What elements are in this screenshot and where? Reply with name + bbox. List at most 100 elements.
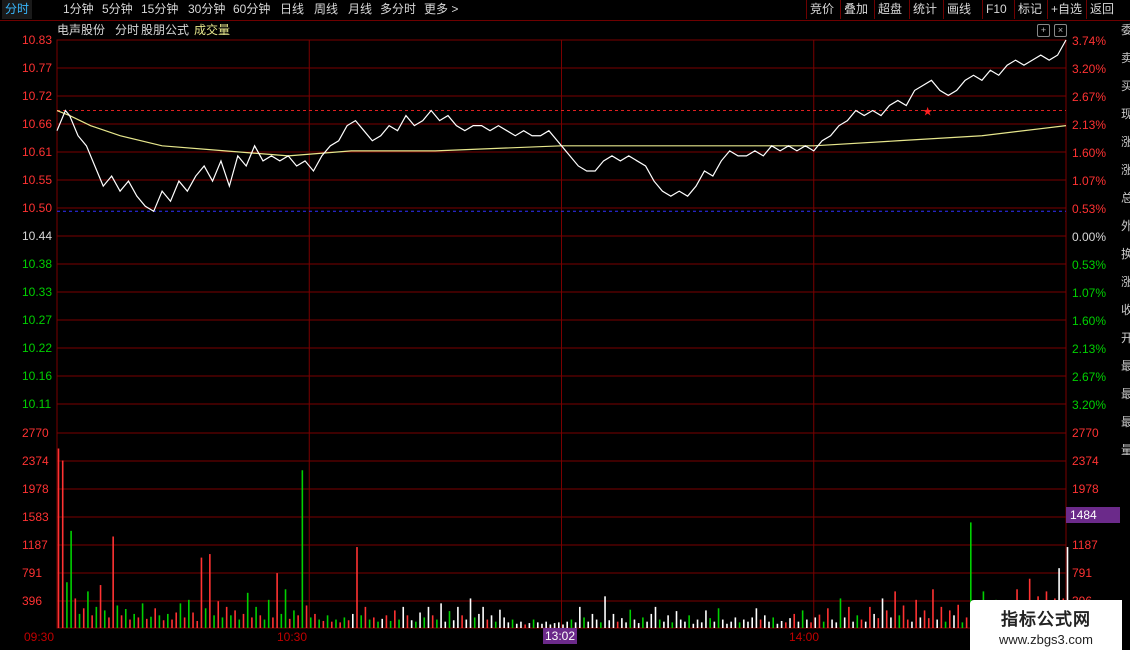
price-label: 10.22 — [22, 341, 53, 355]
volume-label-left: 2770 — [22, 426, 49, 440]
percent-label: 0.00% — [1072, 230, 1107, 244]
watermark-title: 指标公式网 — [1001, 610, 1091, 629]
tab-6[interactable]: 日线 — [277, 0, 307, 19]
volume-label-left: 2374 — [22, 454, 49, 468]
volume-label-right: 791 — [1072, 566, 1093, 580]
price-label: 10.61 — [22, 145, 53, 159]
toolbar-button-6[interactable]: 标记 — [1018, 0, 1042, 19]
side-panel-char: 买 — [1121, 79, 1130, 93]
percent-label: 2.67% — [1072, 370, 1107, 384]
tab-7[interactable]: 周线 — [311, 0, 341, 19]
price-label: 10.55 — [22, 173, 53, 187]
volume-label-left: 791 — [22, 566, 43, 580]
tab-0[interactable]: 分时 — [2, 0, 33, 19]
percent-label: 2.13% — [1072, 342, 1107, 356]
percent-label: 0.53% — [1072, 202, 1107, 216]
time-label: 14:00 — [789, 630, 820, 644]
price-label: 10.72 — [22, 89, 53, 103]
side-panel-char: 换 — [1121, 247, 1130, 261]
price-label: 10.77 — [22, 61, 53, 75]
intraday-chart[interactable]: ★ — [0, 0, 1130, 650]
toolbar-separator — [1086, 0, 1087, 19]
tab-4[interactable]: 30分钟 — [185, 0, 228, 19]
toolbar-button-4[interactable]: 画线 — [947, 0, 971, 19]
side-panel-char: 开 — [1121, 331, 1130, 345]
toolbar-separator — [982, 0, 983, 19]
percent-label: 0.53% — [1072, 258, 1107, 272]
toolbar-separator — [840, 0, 841, 19]
side-panel-char: 收 — [1121, 303, 1130, 317]
percent-label: 3.74% — [1072, 34, 1107, 48]
side-panel-text: 委卖买现涨涨总外换涨收开最最最量 — [1121, 20, 1130, 650]
toolbar-separator — [874, 0, 875, 19]
percent-label: 1.60% — [1072, 146, 1107, 160]
price-label: 10.33 — [22, 285, 53, 299]
time-cursor-badge: 13:02 — [543, 628, 577, 644]
side-panel-char: 最 — [1121, 387, 1130, 401]
side-panel-char: 现 — [1121, 107, 1130, 121]
price-label: 10.16 — [22, 369, 53, 383]
side-panel-char: 卖 — [1121, 51, 1130, 65]
percent-label: 2.67% — [1072, 90, 1107, 104]
price-label: 10.66 — [22, 117, 53, 131]
tab-10[interactable]: 更多 > — [421, 0, 461, 19]
price-label: 10.44 — [22, 229, 53, 243]
volume-label-left: 396 — [22, 594, 43, 608]
toolbar-button-5[interactable]: F10 — [986, 0, 1007, 19]
toolbar: 分时 1分钟 5分钟 15分钟 30分钟 60分钟 日线 周线 月线 多分时 更多 > 竞价 叠加 超盘统… — [0, 0, 1130, 21]
toolbar-separator — [1047, 0, 1048, 19]
signal-star-marker: ★ — [922, 105, 933, 119]
tab-3[interactable]: 15分钟 — [138, 0, 181, 19]
view-label: 分时 — [115, 23, 140, 37]
percent-label: 1.07% — [1072, 174, 1107, 188]
volume-label-right: 2374 — [1072, 454, 1099, 468]
volume-label-left: 1978 — [22, 482, 49, 496]
toolbar-button-1[interactable]: 叠加 — [844, 0, 868, 19]
indicator-label[interactable]: 成交量 — [194, 21, 230, 39]
side-panel-char: 最 — [1121, 359, 1130, 373]
price-label: 10.38 — [22, 257, 53, 271]
side-panel-char: 涨 — [1121, 163, 1130, 177]
percent-label: 1.60% — [1072, 314, 1107, 328]
chart-close-icon[interactable]: × — [1054, 24, 1067, 37]
side-panel-char: 委 — [1121, 23, 1130, 37]
toolbar-button-3[interactable]: 统计 — [913, 0, 937, 19]
percent-label: 3.20% — [1072, 398, 1107, 412]
volume-label-left: 1583 — [22, 510, 49, 524]
time-label: 10:30 — [277, 630, 308, 644]
tab-1[interactable]: 1分钟 — [60, 0, 97, 19]
side-panel-char: 涨 — [1121, 275, 1130, 289]
side-panel-char: 总 — [1121, 191, 1130, 205]
tab-2[interactable]: 5分钟 — [99, 0, 136, 19]
tab-5[interactable]: 60分钟 — [230, 0, 273, 19]
toolbar-button-8[interactable]: 返回 — [1090, 0, 1114, 19]
price-label: 10.83 — [22, 33, 53, 47]
toolbar-separator — [806, 0, 807, 19]
side-panel-char: 量 — [1121, 443, 1130, 457]
price-label: 10.11 — [22, 397, 52, 411]
side-panel-char: 外 — [1121, 219, 1130, 233]
volume-label-left: 1187 — [22, 538, 48, 552]
price-label: 10.27 — [22, 313, 53, 327]
toolbar-button-0[interactable]: 竞价 — [810, 0, 834, 19]
volume-label-right: 2770 — [1072, 426, 1099, 440]
formula-label[interactable]: 股朋公式 — [141, 21, 189, 39]
price-label: 10.50 — [22, 201, 53, 215]
watermark-url: www.zbgs3.com — [999, 632, 1093, 647]
volume-cursor-badge: 1484 — [1066, 507, 1120, 523]
side-panel-char: 最 — [1121, 415, 1130, 429]
chart-settings-icon[interactable]: + — [1037, 24, 1050, 37]
toolbar-separator — [1014, 0, 1015, 19]
toolbar-button-7[interactable]: +自选 — [1051, 0, 1082, 19]
percent-label: 3.20% — [1072, 62, 1107, 76]
stock-name: 电声股份 — [57, 23, 106, 37]
toolbar-separator — [909, 0, 910, 19]
percent-label: 1.07% — [1072, 286, 1107, 300]
volume-label-right: 1187 — [1072, 538, 1098, 552]
toolbar-button-2[interactable]: 超盘 — [878, 0, 902, 19]
tab-9[interactable]: 多分时 — [377, 0, 419, 19]
percent-label: 2.13% — [1072, 118, 1107, 132]
volume-label-right: 1978 — [1072, 482, 1099, 496]
toolbar-separator — [943, 0, 944, 19]
tab-8[interactable]: 月线 — [345, 0, 375, 19]
